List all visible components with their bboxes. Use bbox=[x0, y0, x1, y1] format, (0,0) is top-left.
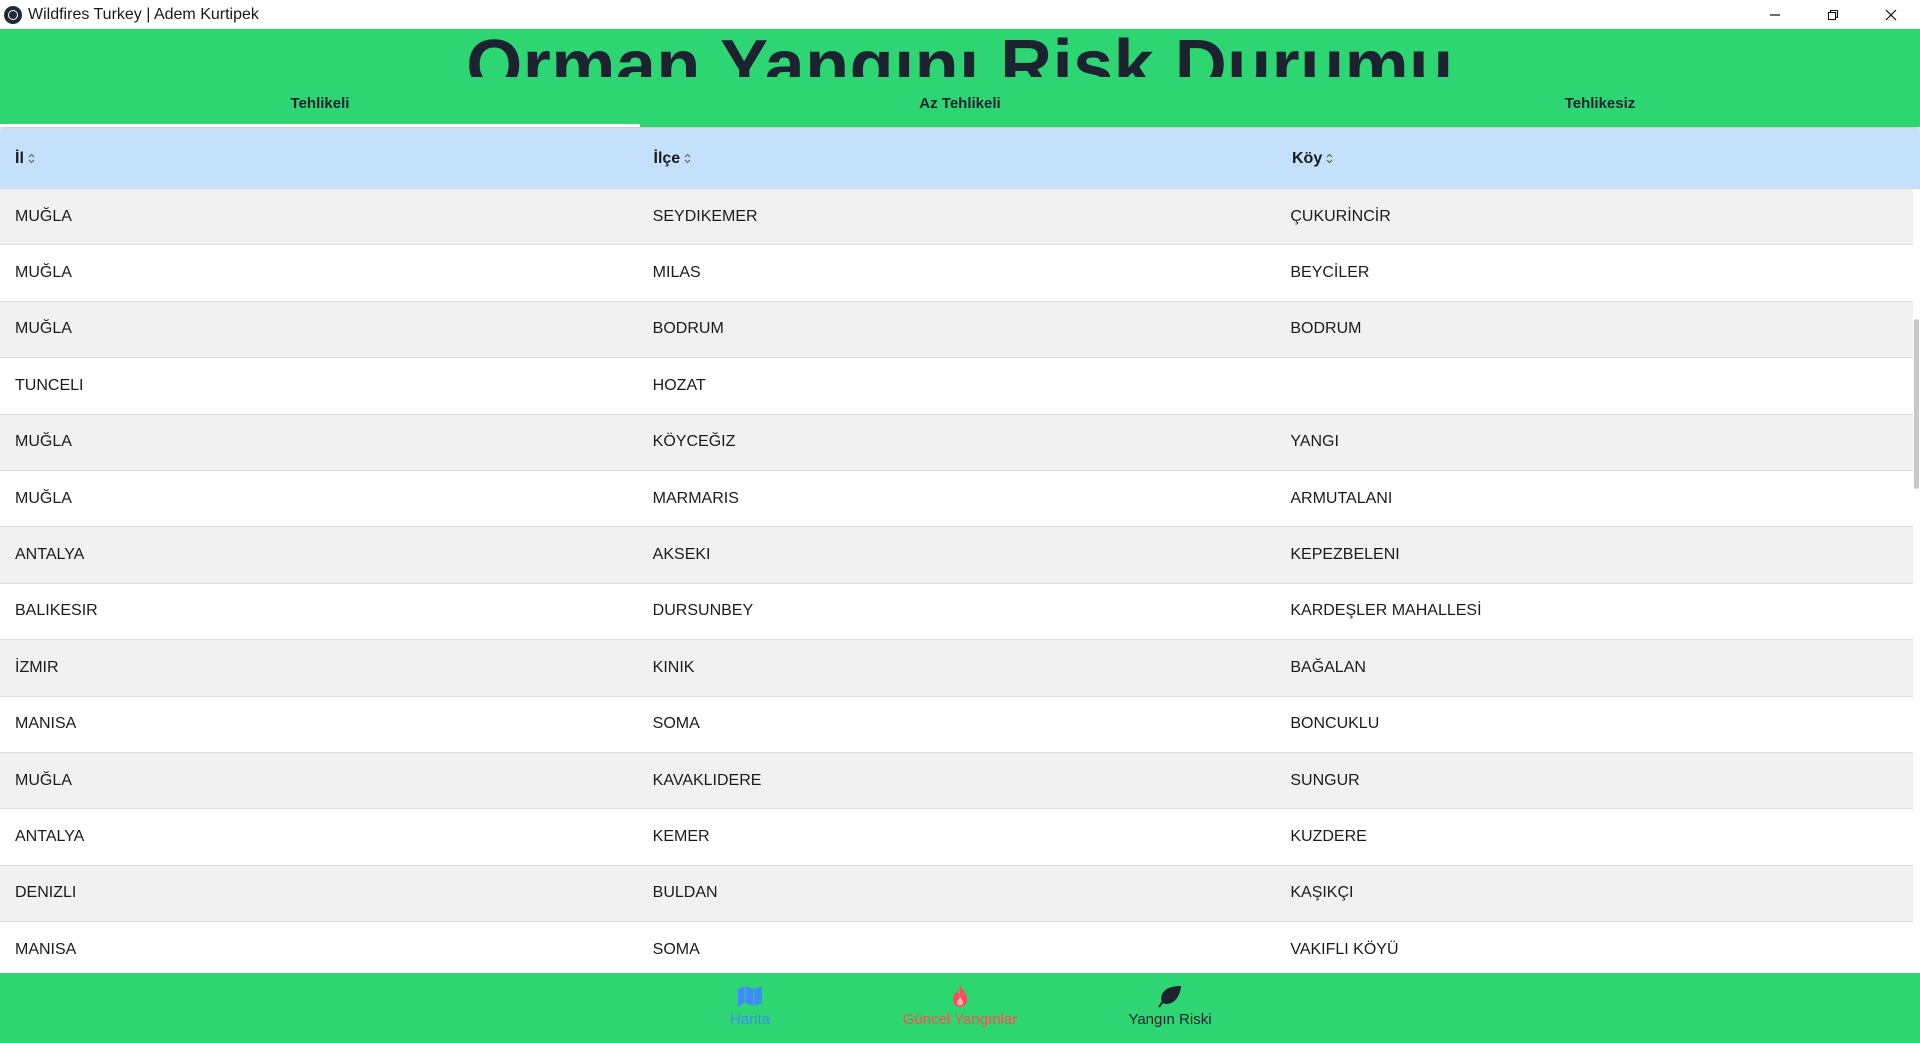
cell-il: MUĞLA bbox=[15, 433, 72, 451]
restore-icon bbox=[1827, 9, 1839, 20]
sort-icon bbox=[28, 153, 35, 164]
page-title: Orman Yangını Risk Durumu bbox=[466, 29, 1454, 77]
column-header-label: İl bbox=[15, 149, 24, 167]
cell-il: ANTALYA bbox=[15, 827, 85, 845]
table-row[interactable]: DENIZLI BULDAN KAŞIKÇI bbox=[0, 865, 1913, 923]
table-row[interactable]: ANTALYA AKSEKI KEPEZBELENI bbox=[0, 527, 1913, 584]
cell-il: TUNCELI bbox=[15, 376, 84, 394]
cell-il: DENIZLI bbox=[15, 884, 77, 902]
table-row[interactable]: MANISA SOMA VAKIFLI KÖYÜ bbox=[0, 922, 1913, 973]
cell-il: BALIKESIR bbox=[15, 602, 98, 620]
table-row[interactable]: MUĞLA MARMARIS ARMUTALANI bbox=[0, 470, 1913, 528]
cell-ilce: SEYDIKEMER bbox=[652, 207, 758, 225]
close-button[interactable] bbox=[1862, 0, 1920, 29]
cell-ilce: KEMER bbox=[652, 827, 710, 845]
window-controls bbox=[1746, 0, 1920, 29]
table-body: MUĞLA SEYDIKEMER ÇUKURİNCİR MUĞLA MILAS BEYC… bbox=[0, 189, 1920, 973]
table-row[interactable]: MUĞLA BODRUM BODRUM bbox=[0, 301, 1913, 359]
tab-tehlikeli[interactable]: Tehlikeli bbox=[0, 84, 640, 127]
cell-koy: BEYCİLER bbox=[1290, 264, 1370, 282]
cell-il: MUĞLA bbox=[15, 320, 72, 338]
cell-ilce: AKSEKI bbox=[652, 546, 711, 564]
cell-koy: SUNGUR bbox=[1290, 771, 1360, 789]
cell-il: MUĞLA bbox=[15, 489, 72, 507]
cell-koy: VAKIFLI KÖYÜ bbox=[1290, 940, 1399, 958]
tab-tehlikesiz[interactable]: Tehlikesiz bbox=[1280, 84, 1920, 127]
cell-ilce: BULDAN bbox=[652, 884, 718, 902]
cell-il: MUĞLA bbox=[15, 207, 72, 225]
nav-label-yangin-riski: Yangın Riski bbox=[1128, 1011, 1212, 1028]
cell-ilce: SOMA bbox=[652, 715, 700, 733]
cell-koy: ARMUTALANI bbox=[1290, 489, 1393, 507]
table-row[interactable]: MUĞLA KÖYCEĞIZ YANGI bbox=[0, 414, 1913, 471]
table-row[interactable]: TUNCELI HOZAT bbox=[0, 358, 1913, 415]
cell-koy: BONCUKLU bbox=[1290, 715, 1380, 733]
table-row[interactable]: MANISA SOMA BONCUKLU bbox=[0, 696, 1913, 753]
close-icon bbox=[1885, 9, 1897, 20]
cell-ilce: DURSUNBEY bbox=[652, 602, 754, 620]
cell-koy: BAĞALAN bbox=[1290, 658, 1366, 676]
cell-il: ANTALYA bbox=[15, 546, 85, 564]
minimize-icon bbox=[1770, 13, 1780, 16]
nav-label-harita: Harita bbox=[729, 1011, 770, 1028]
cell-ilce: SOMA bbox=[652, 940, 700, 958]
map-icon bbox=[660, 983, 840, 1009]
cell-ilce: BODRUM bbox=[652, 320, 724, 338]
cell-il: İZMIR bbox=[15, 658, 59, 676]
table-row[interactable]: MUĞLA MILAS BEYCİLER bbox=[0, 245, 1913, 302]
cell-ilce: KÖYCEĞIZ bbox=[652, 433, 736, 451]
cell-koy: KUZDERE bbox=[1290, 827, 1367, 845]
column-header-label: İlçe bbox=[653, 149, 681, 167]
cell-ilce: KAVAKLIDERE bbox=[652, 771, 762, 789]
cell-ilce: HOZAT bbox=[652, 376, 706, 394]
risk-tabs: Tehlikeli Az Tehlikeli Tehlikesiz bbox=[0, 84, 1920, 127]
nav-label-guncel-yanginlar: Güncel Yangınlar bbox=[902, 1011, 1018, 1028]
cell-ilce: MILAS bbox=[652, 264, 701, 282]
window-titlebar: Wildfires Turkey | Adem Kurtipek bbox=[0, 0, 1920, 29]
table-row[interactable]: İZMIR KINIK BAĞALAN bbox=[0, 640, 1913, 697]
minimize-button[interactable] bbox=[1746, 0, 1804, 29]
vertical-scrollbar[interactable] bbox=[1914, 319, 1919, 489]
sort-icon bbox=[1326, 153, 1333, 164]
leaf-icon bbox=[1080, 983, 1260, 1009]
cell-ilce: KINIK bbox=[652, 658, 695, 676]
app-logo-icon bbox=[4, 5, 22, 24]
column-header-ilce[interactable]: İlçe bbox=[639, 150, 1278, 168]
nav-item-guncel-yanginlar[interactable]: Güncel Yangınlar bbox=[870, 983, 1050, 1028]
table-row[interactable]: MUĞLA SEYDIKEMER ÇUKURİNCİR bbox=[0, 189, 1913, 246]
column-header-koy[interactable]: Köy bbox=[1277, 150, 1916, 168]
column-header-il[interactable]: İl bbox=[0, 150, 639, 168]
table-row[interactable]: ANTALYA KEMER KUZDERE bbox=[0, 809, 1913, 866]
risk-table: İl İlçe Köy MUĞLA SEYDIKEMER ÇUKURİNCİR MU… bbox=[0, 129, 1920, 973]
bottom-nav: Harita Güncel Yangınlar Yangın Riski bbox=[0, 973, 1920, 1043]
cell-koy: YANGI bbox=[1290, 433, 1339, 451]
table-header: İl İlçe Köy bbox=[0, 129, 1920, 189]
table-row[interactable]: MUĞLA KAVAKLIDERE SUNGUR bbox=[0, 752, 1913, 810]
cell-il: MANISA bbox=[15, 940, 77, 958]
fire-icon bbox=[870, 983, 1050, 1009]
app-header: Orman Yangını Risk Durumu Tehlikeli Az T… bbox=[0, 29, 1920, 127]
column-header-label: Köy bbox=[1292, 149, 1323, 167]
nav-item-yangin-riski[interactable]: Yangın Riski bbox=[1080, 983, 1260, 1028]
cell-koy: BODRUM bbox=[1290, 320, 1362, 338]
window-title: Wildfires Turkey | Adem Kurtipek bbox=[28, 5, 259, 23]
table-row[interactable]: BALIKESIR DURSUNBEY KARDEŞLER MAHALLESİ bbox=[0, 583, 1913, 641]
cell-koy: ÇUKURİNCİR bbox=[1290, 207, 1391, 225]
cell-koy: KAŞIKÇI bbox=[1290, 884, 1354, 902]
tab-az-tehlikeli[interactable]: Az Tehlikeli bbox=[640, 84, 1280, 127]
cell-il: MANISA bbox=[15, 715, 77, 733]
restore-button[interactable] bbox=[1804, 0, 1862, 29]
sort-icon bbox=[684, 153, 691, 164]
cell-koy: KARDEŞLER MAHALLESİ bbox=[1290, 602, 1482, 620]
cell-il: MUĞLA bbox=[15, 771, 72, 789]
cell-ilce: MARMARIS bbox=[652, 489, 739, 507]
cell-koy: KEPEZBELENI bbox=[1290, 546, 1400, 564]
nav-item-harita[interactable]: Harita bbox=[660, 983, 840, 1028]
cell-il: MUĞLA bbox=[15, 264, 72, 282]
